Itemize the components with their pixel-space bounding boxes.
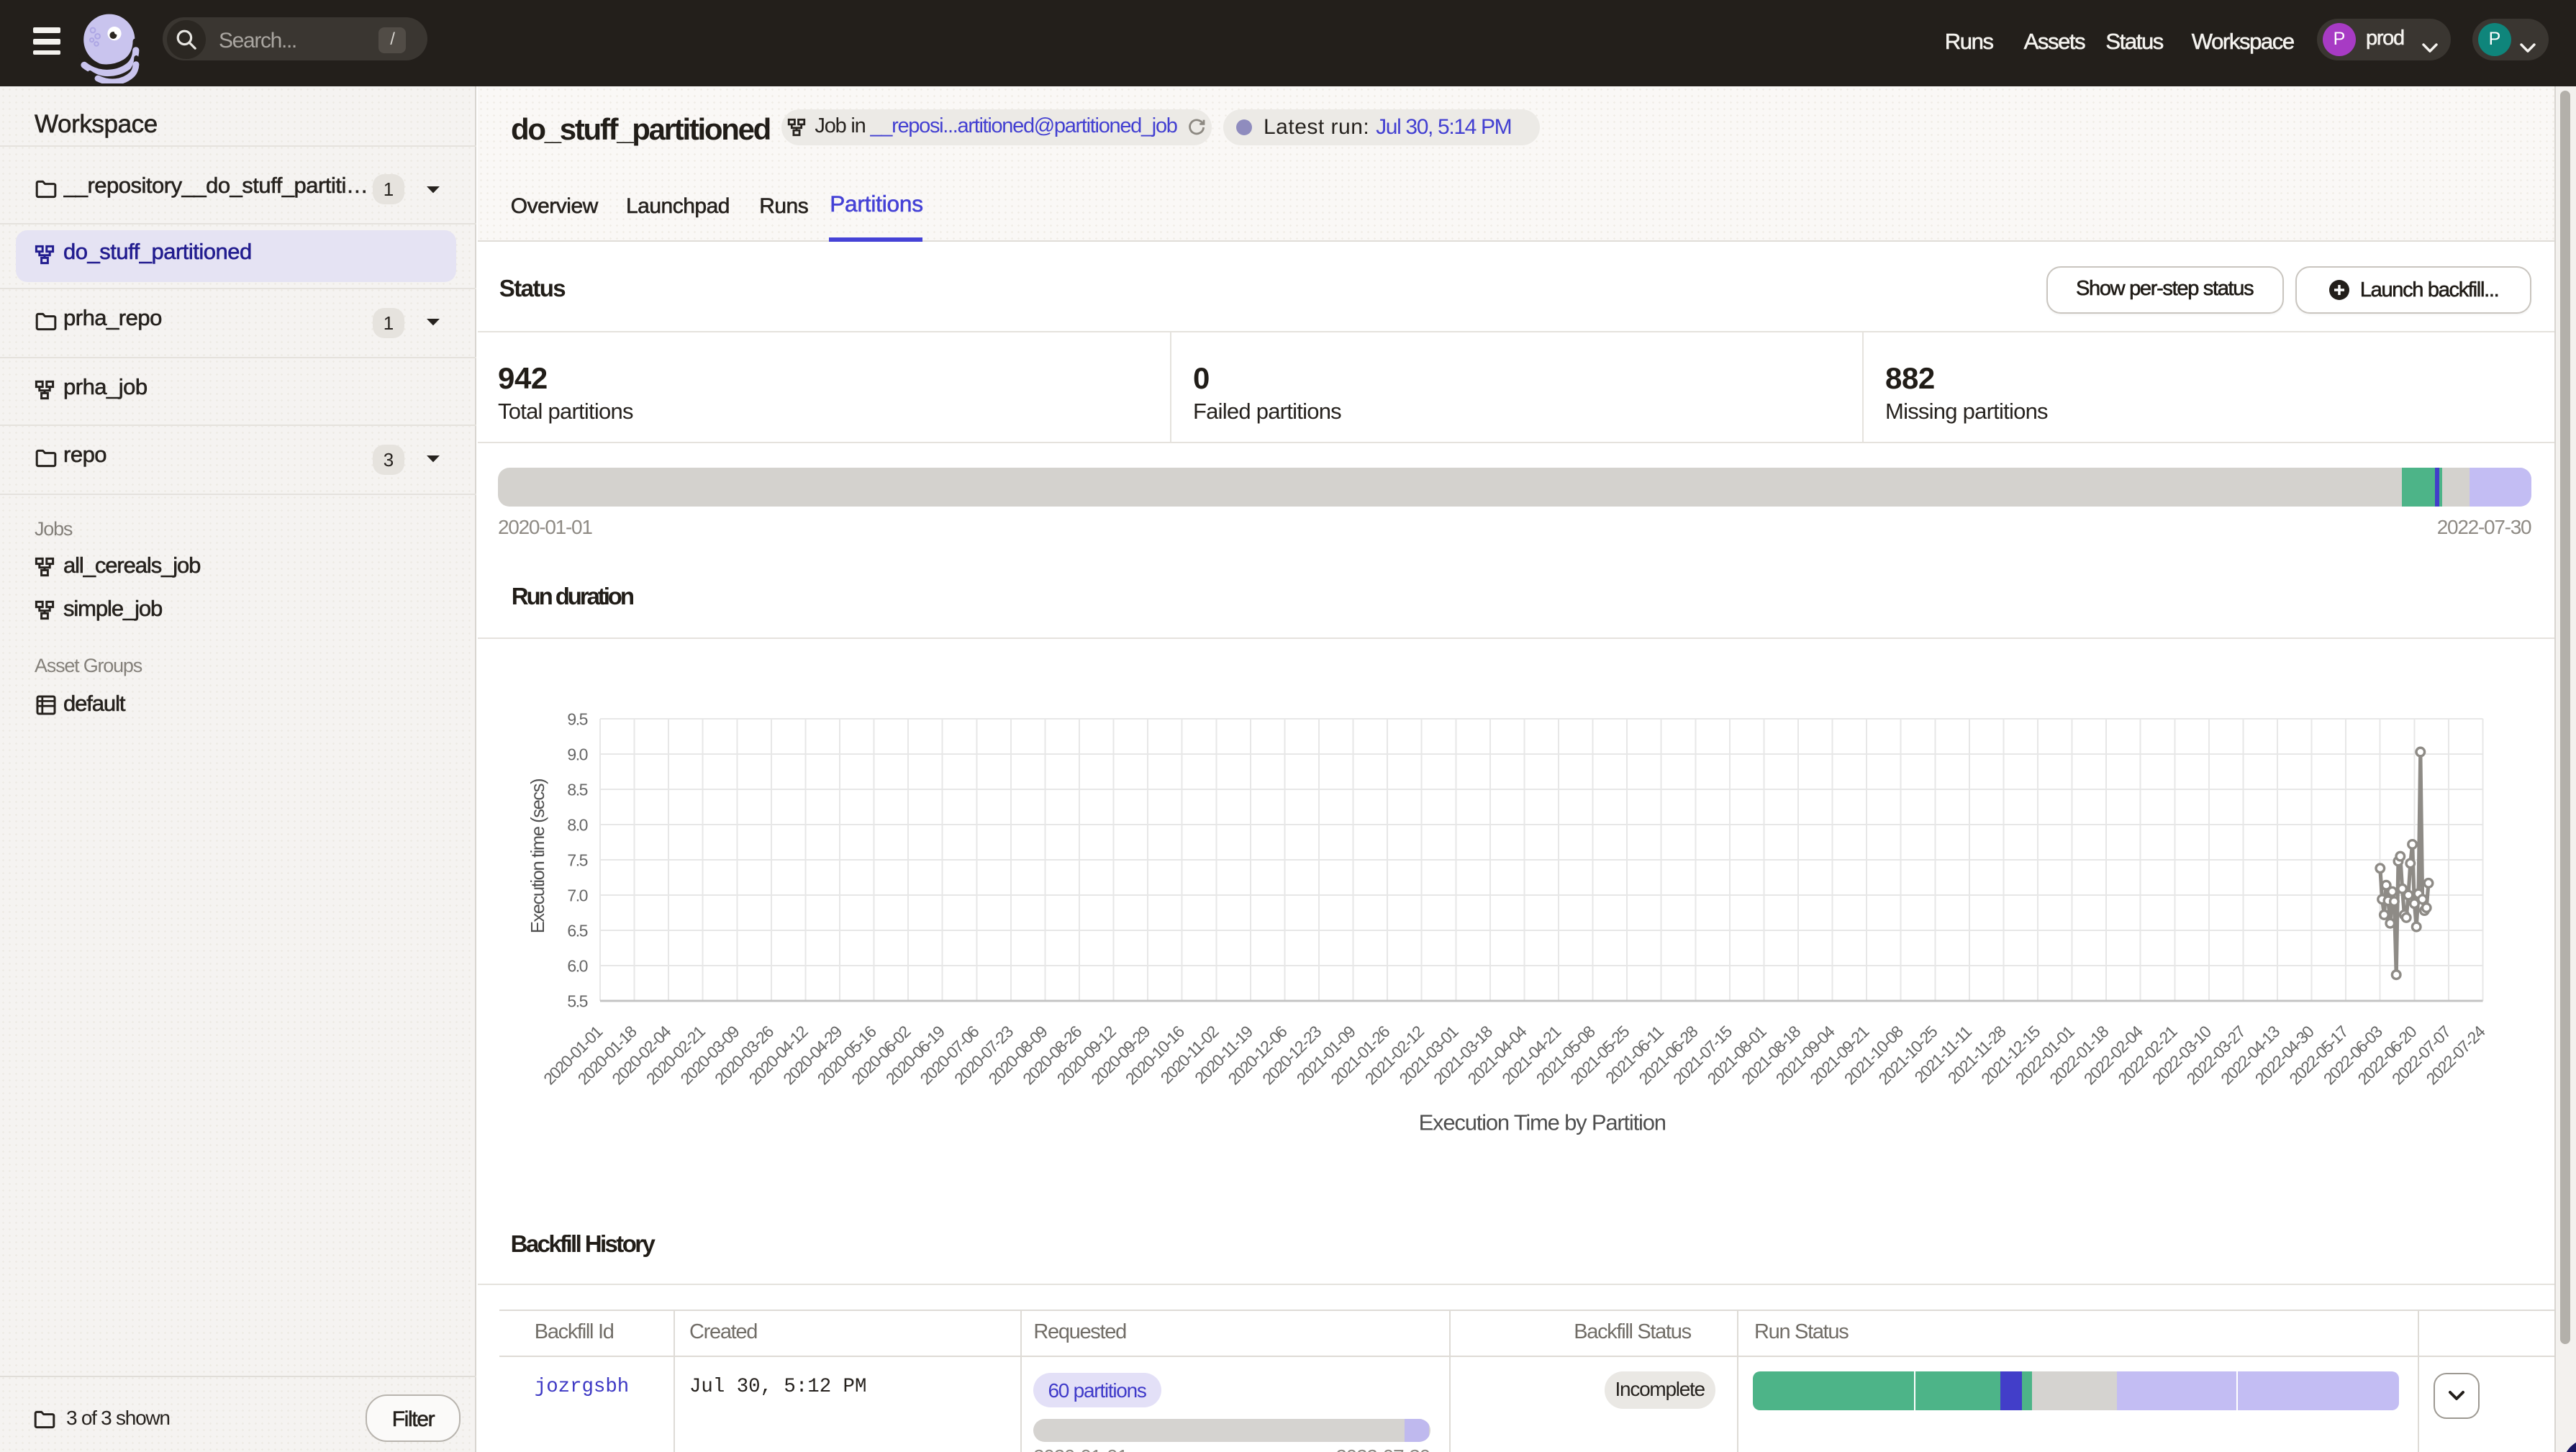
svg-text:8.5: 8.5 bbox=[567, 780, 587, 799]
svg-text:9.0: 9.0 bbox=[567, 745, 587, 763]
svg-text:7.5: 7.5 bbox=[567, 850, 587, 869]
svg-text:6.5: 6.5 bbox=[567, 921, 587, 940]
svg-text:9.5: 9.5 bbox=[567, 709, 587, 728]
svg-text:8.0: 8.0 bbox=[567, 815, 587, 834]
svg-text:Execution Time by Partition: Execution Time by Partition bbox=[1419, 1110, 1666, 1135]
svg-text:Execution time (secs): Execution time (secs) bbox=[528, 779, 548, 933]
svg-text:7.0: 7.0 bbox=[567, 886, 587, 904]
svg-text:5.5: 5.5 bbox=[567, 992, 587, 1010]
svg-text:6.0: 6.0 bbox=[567, 956, 587, 975]
